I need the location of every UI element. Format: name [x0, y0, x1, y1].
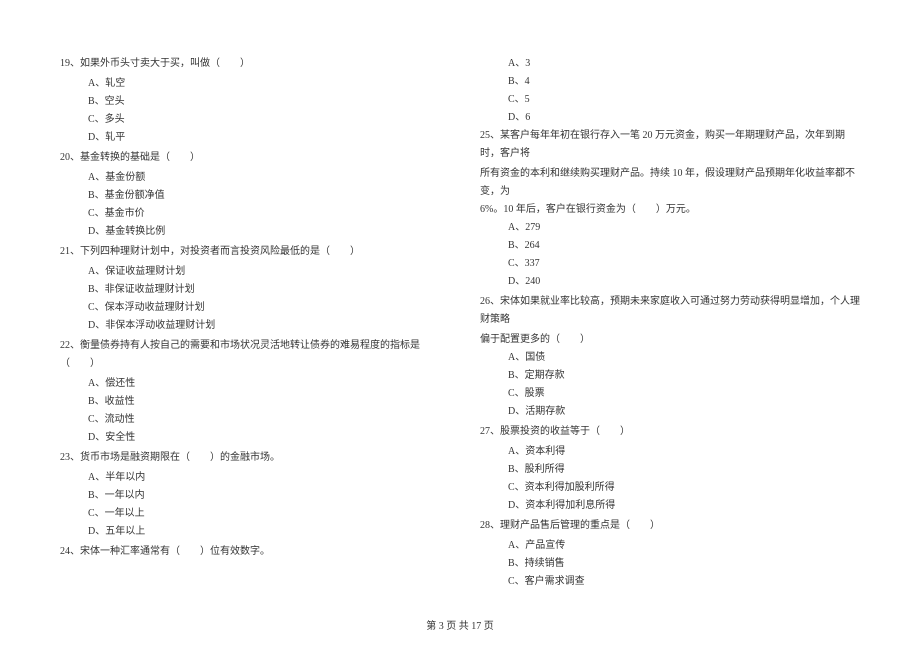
option-c: C、股票	[508, 385, 860, 403]
options-list: A、产品宣传 B、持续销售 C、客户需求调查	[508, 537, 860, 591]
question-body: 下列四种理财计划中，对投资者而言投资风险最低的是（ ）	[80, 246, 360, 257]
option-b: B、定期存款	[508, 367, 860, 385]
question-number: 25、	[480, 130, 500, 141]
question-number: 22、	[60, 340, 80, 351]
option-b: B、一年以内	[88, 487, 440, 505]
question-24: 24、宋体一种汇率通常有（ ）位有效数字。	[60, 543, 440, 561]
option-d: D、基金转换比例	[88, 223, 440, 241]
question-line-2: 所有资金的本利和继续购买理财产品。持续 10 年，假设理财产品预期年化收益率都不…	[480, 165, 860, 201]
question-text: 27、股票投资的收益等于（ ）	[480, 423, 860, 441]
option-b: B、非保证收益理财计划	[88, 281, 440, 299]
question-22: 22、衡量债券持有人按自己的需要和市场状况灵活地转让债券的难易程度的指标是（ ）…	[60, 337, 440, 447]
question-number: 21、	[60, 246, 80, 257]
option-c: C、基金市价	[88, 205, 440, 223]
question-20: 20、基金转换的基础是（ ） A、基金份额 B、基金份额净值 C、基金市价 D、…	[60, 149, 440, 241]
options-list: A、资本利得 B、股利所得 C、资本利得加股利所得 D、资本利得加利息所得	[508, 443, 860, 515]
option-c: C、流动性	[88, 411, 440, 429]
question-line-1: 某客户每年年初在银行存入一笔 20 万元资金，购买一年期理财产品，次年到期时，客…	[480, 130, 845, 159]
right-column: A、3 B、4 C、5 D、6 25、某客户每年年初在银行存入一笔 20 万元资…	[480, 55, 860, 593]
question-text: 28、理财产品售后管理的重点是（ ）	[480, 517, 860, 535]
question-number: 20、	[60, 152, 80, 163]
options-list: A、保证收益理财计划 B、非保证收益理财计划 C、保本浮动收益理财计划 D、非保…	[88, 263, 440, 335]
question-number: 27、	[480, 426, 500, 437]
option-d: D、资本利得加利息所得	[508, 497, 860, 515]
option-d: D、轧平	[88, 129, 440, 147]
option-d: D、五年以上	[88, 523, 440, 541]
question-text: 23、货币市场是融资期限在（ ）的金融市场。	[60, 449, 440, 467]
option-a: A、国债	[508, 349, 860, 367]
question-number: 28、	[480, 520, 500, 531]
question-text: 21、下列四种理财计划中，对投资者而言投资风险最低的是（ ）	[60, 243, 440, 261]
question-line-1: 宋体如果就业率比较高，预期未来家庭收入可通过努力劳动获得明显增加，个人理财策略	[480, 296, 860, 325]
option-b: B、264	[508, 237, 860, 255]
option-c: C、一年以上	[88, 505, 440, 523]
options-list: A、国债 B、定期存款 C、股票 D、活期存款	[508, 349, 860, 421]
question-body: 宋体一种汇率通常有（ ）位有效数字。	[80, 546, 270, 557]
option-c: C、多头	[88, 111, 440, 129]
left-column: 19、如果外币头寸卖大于买，叫做（ ） A、轧空 B、空头 C、多头 D、轧平 …	[60, 55, 440, 593]
question-line-3: 6%。10 年后，客户在银行资金为（ ）万元。	[480, 201, 860, 219]
option-c: C、337	[508, 255, 860, 273]
question-text: 26、宋体如果就业率比较高，预期未来家庭收入可通过努力劳动获得明显增加，个人理财…	[480, 293, 860, 329]
question-26: 26、宋体如果就业率比较高，预期未来家庭收入可通过努力劳动获得明显增加，个人理财…	[480, 293, 860, 421]
question-body: 货币市场是融资期限在（ ）的金融市场。	[80, 452, 280, 463]
options-list: A、基金份额 B、基金份额净值 C、基金市价 D、基金转换比例	[88, 169, 440, 241]
option-b: B、空头	[88, 93, 440, 111]
question-27: 27、股票投资的收益等于（ ） A、资本利得 B、股利所得 C、资本利得加股利所…	[480, 423, 860, 515]
question-body: 衡量债券持有人按自己的需要和市场状况灵活地转让债券的难易程度的指标是（ ）	[60, 340, 420, 369]
option-a: A、轧空	[88, 75, 440, 93]
page-footer: 第 3 页 共 17 页	[0, 617, 920, 632]
question-text: 25、某客户每年年初在银行存入一笔 20 万元资金，购买一年期理财产品，次年到期…	[480, 127, 860, 163]
option-b: B、持续销售	[508, 555, 860, 573]
question-text: 22、衡量债券持有人按自己的需要和市场状况灵活地转让债券的难易程度的指标是（ ）	[60, 337, 440, 373]
question-21: 21、下列四种理财计划中，对投资者而言投资风险最低的是（ ） A、保证收益理财计…	[60, 243, 440, 335]
question-23: 23、货币市场是融资期限在（ ）的金融市场。 A、半年以内 B、一年以内 C、一…	[60, 449, 440, 541]
option-a: A、偿还性	[88, 375, 440, 393]
option-b: B、4	[508, 73, 860, 91]
options-list: A、偿还性 B、收益性 C、流动性 D、安全性	[88, 375, 440, 447]
question-line-1: 理财产品售后管理的重点是（ ）	[500, 520, 660, 531]
option-b: B、股利所得	[508, 461, 860, 479]
question-number: 26、	[480, 296, 500, 307]
question-number: 19、	[60, 58, 80, 69]
question-28: 28、理财产品售后管理的重点是（ ） A、产品宣传 B、持续销售 C、客户需求调…	[480, 517, 860, 591]
question-text: 19、如果外币头寸卖大于买，叫做（ ）	[60, 55, 440, 73]
question-line-1: 股票投资的收益等于（ ）	[500, 426, 630, 437]
option-b: B、基金份额净值	[88, 187, 440, 205]
option-d: D、活期存款	[508, 403, 860, 421]
option-d: D、240	[508, 273, 860, 291]
option-d: D、安全性	[88, 429, 440, 447]
option-a: A、279	[508, 219, 860, 237]
question-text: 20、基金转换的基础是（ ）	[60, 149, 440, 167]
option-a: A、保证收益理财计划	[88, 263, 440, 281]
option-a: A、产品宣传	[508, 537, 860, 555]
question-body: 基金转换的基础是（ ）	[80, 152, 200, 163]
question-number: 24、	[60, 546, 80, 557]
option-a: A、资本利得	[508, 443, 860, 461]
question-text: 24、宋体一种汇率通常有（ ）位有效数字。	[60, 543, 440, 561]
option-d: D、6	[508, 109, 860, 127]
option-a: A、基金份额	[88, 169, 440, 187]
question-line-2: 偏于配置更多的（ ）	[480, 331, 860, 349]
document-content: 19、如果外币头寸卖大于买，叫做（ ） A、轧空 B、空头 C、多头 D、轧平 …	[60, 55, 860, 593]
option-b: B、收益性	[88, 393, 440, 411]
question-25: 25、某客户每年年初在银行存入一笔 20 万元资金，购买一年期理财产品，次年到期…	[480, 127, 860, 291]
option-c: C、客户需求调查	[508, 573, 860, 591]
option-a: A、3	[508, 55, 860, 73]
options-list: A、半年以内 B、一年以内 C、一年以上 D、五年以上	[88, 469, 440, 541]
question-body: 如果外币头寸卖大于买，叫做（ ）	[80, 58, 250, 69]
question-number: 23、	[60, 452, 80, 463]
options-list: A、279 B、264 C、337 D、240	[508, 219, 860, 291]
option-c: C、保本浮动收益理财计划	[88, 299, 440, 317]
q24-options-continuation: A、3 B、4 C、5 D、6	[508, 55, 860, 127]
option-a: A、半年以内	[88, 469, 440, 487]
question-19: 19、如果外币头寸卖大于买，叫做（ ） A、轧空 B、空头 C、多头 D、轧平	[60, 55, 440, 147]
options-list: A、轧空 B、空头 C、多头 D、轧平	[88, 75, 440, 147]
option-c: C、资本利得加股利所得	[508, 479, 860, 497]
option-c: C、5	[508, 91, 860, 109]
option-d: D、非保本浮动收益理财计划	[88, 317, 440, 335]
